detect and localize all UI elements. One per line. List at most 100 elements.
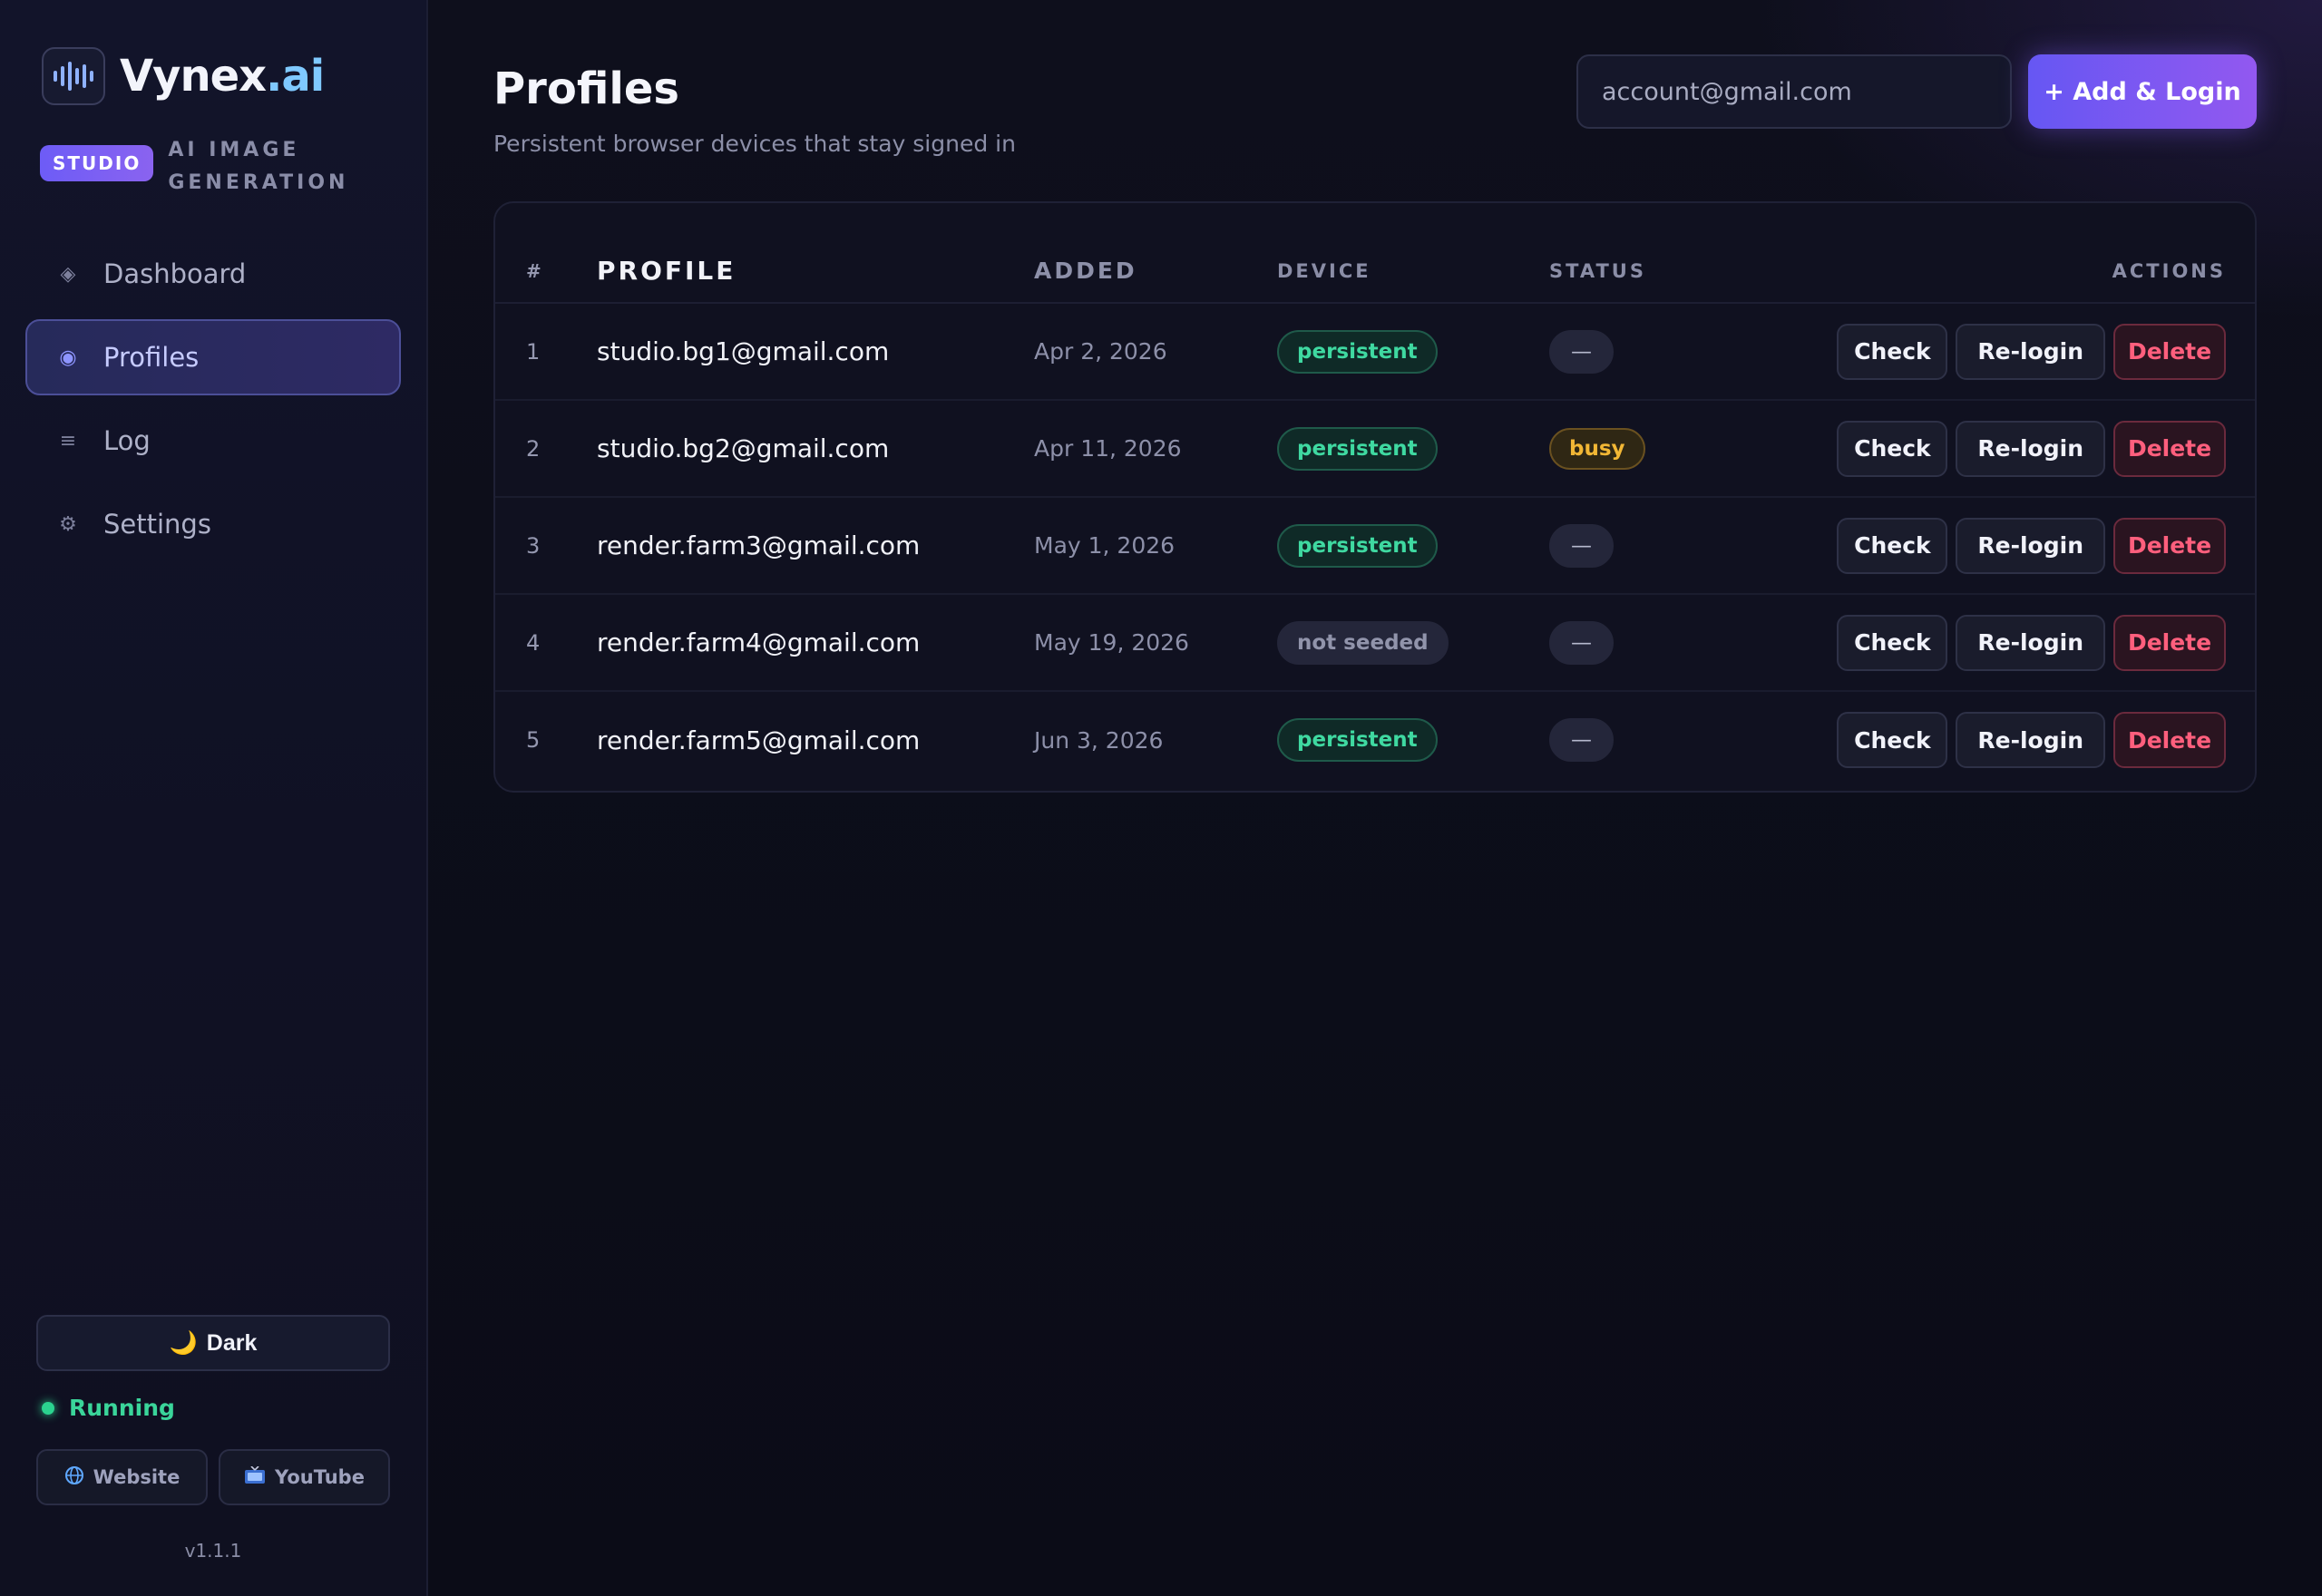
device-cell: persistent [1277,691,1549,788]
added-date: Jun 3, 2026 [1034,726,1164,754]
brand[interactable]: Vynex .ai [42,47,325,105]
sidebar-nav: ◈ Dashboard ◉ Profiles ≡ Log ⚙ Settings [25,236,401,569]
actions-cell: Check Re-login Delete [1749,303,2255,401]
brand-name-main: Vynex [120,51,267,102]
table-row: 1 studio.bg1@gmail.com Apr 2, 2026 persiste… [495,303,2255,401]
status-badge: busy [1549,427,1645,470]
actions-cell: Check Re-login Delete [1749,691,2255,788]
relogin-button[interactable]: Re-login [1956,614,2105,671]
target-icon: ◉ [59,345,77,369]
column-header-profile: PROFILE [597,203,1034,304]
sidebar-item-label: Profiles [103,342,200,373]
delete-button[interactable]: Delete [2113,712,2226,768]
sidebar-item-label: Dashboard [103,258,247,289]
check-button[interactable]: Check [1837,323,1948,380]
relogin-button[interactable]: Re-login [1956,712,2105,768]
column-header-status: STATUS [1549,203,1749,304]
status-badge: — [1549,620,1614,665]
moon-icon: 🌙 [169,1329,198,1356]
check-button[interactable]: Check [1837,614,1948,671]
youtube-link[interactable]: YouTube [219,1449,390,1505]
row-actions: Check Re-login Delete [1837,420,2226,477]
delete-button[interactable]: Delete [2113,614,2226,671]
status-indicator: Running [42,1395,175,1421]
table-header-row: # PROFILE ADDED DEVICE STATUS ACTIONS [495,203,2255,304]
delete-button[interactable]: Delete [2113,323,2226,380]
globe-icon [64,1465,84,1490]
column-header-added: ADDED [1034,203,1277,304]
tv-icon [244,1465,266,1489]
row-number: 1 [495,303,597,401]
actions-cell: Check Re-login Delete [1749,497,2255,595]
page-title: Profiles [493,63,679,114]
delete-button[interactable]: Delete [2113,517,2226,574]
actions-cell: Check Re-login Delete [1749,594,2255,692]
status-cell: busy [1549,400,1749,498]
column-header-num: # [495,203,597,304]
profile-email: render.farm3@gmail.com [597,497,1034,595]
device-badge: persistent [1277,426,1438,471]
device-cell: persistent [1277,400,1549,498]
table-row: 2 studio.bg2@gmail.com Apr 11, 2026 persist… [495,400,2255,498]
device-badge: persistent [1277,523,1438,568]
row-actions: Check Re-login Delete [1837,323,2226,380]
studio-row: STUDIO AI IMAGE GENERATION [40,134,349,200]
row-actions: Check Re-login Delete [1837,517,2226,574]
device-cell: persistent [1277,303,1549,401]
device-cell: persistent [1277,497,1549,595]
profile-email: render.farm5@gmail.com [597,725,921,755]
added-date: Apr 2, 2026 [1034,303,1277,401]
youtube-link-label: YouTube [275,1466,365,1488]
check-button[interactable]: Check [1837,517,1948,574]
row-number: 2 [495,400,597,498]
status-badge: — [1549,523,1614,568]
profile-email: render.farm4@gmail.com [597,594,1034,692]
row-number: 3 [495,497,597,595]
relogin-button[interactable]: Re-login [1956,517,2105,574]
sidebar-item-dashboard[interactable]: ◈ Dashboard [25,236,401,312]
column-header-actions: ACTIONS [1749,203,2255,304]
device-badge: persistent [1277,329,1438,374]
check-button[interactable]: Check [1837,712,1948,768]
table-row: 4 render.farm4@gmail.com May 19, 2026 not s… [495,594,2255,692]
row-number: 4 [495,594,597,692]
device-badge: not seeded [1277,620,1449,665]
added-date: Apr 11, 2026 [1034,400,1277,498]
profiles-table-card: # PROFILE ADDED DEVICE STATUS ACTIONS 1s… [493,201,2257,793]
sidebar-item-profiles[interactable]: ◉ Profiles [25,319,401,395]
sidebar-item-log[interactable]: ≡ Log [25,403,401,479]
actions-cell: Check Re-login Delete [1749,400,2255,498]
add-login-button[interactable]: + Add & Login [2028,54,2257,129]
website-link[interactable]: Website [36,1449,208,1505]
waveform-icon [42,47,105,105]
studio-subtitle: AI IMAGE GENERATION [168,139,349,194]
status-badge: — [1549,329,1614,374]
table-row: 3 render.farm3@gmail.com May 1, 2026 persis… [495,497,2255,595]
version-label: v1.1.1 [184,1540,242,1562]
sidebar-item-settings[interactable]: ⚙ Settings [25,486,401,562]
relogin-button[interactable]: Re-login [1956,420,2105,477]
status-dot [42,1401,54,1415]
email-input[interactable] [1576,54,2012,129]
delete-button[interactable]: Delete [2113,420,2226,477]
profile-email: studio.bg2@gmail.com [597,400,1034,498]
theme-toggle-label: Dark [206,1329,258,1356]
status-cell: — [1549,303,1749,401]
page-subtitle: Persistent browser devices that stay sig… [493,131,1016,157]
app-root: Vynex .ai STUDIO AI IMAGE GENERATION ◈ Das… [0,0,2322,1596]
status-text: Running [69,1395,175,1421]
footer-links: Website YouTube [36,1449,390,1505]
row-number: 5 [526,727,541,753]
status-cell: — [1549,497,1749,595]
profile-email: studio.bg1@gmail.com [597,303,1034,401]
diamond-icon: ◈ [60,262,76,286]
list-icon: ≡ [59,429,77,453]
theme-toggle-button[interactable]: 🌙 Dark [36,1315,390,1371]
row-actions: Check Re-login Delete [1837,712,2226,768]
relogin-button[interactable]: Re-login [1956,323,2105,380]
brand-name: Vynex .ai [120,51,325,102]
status-badge: — [1549,718,1614,762]
check-button[interactable]: Check [1837,420,1948,477]
profiles-table: # PROFILE ADDED DEVICE STATUS ACTIONS 1s… [495,203,2255,788]
main-content: Profiles Persistent browser devices that… [428,0,2322,1596]
